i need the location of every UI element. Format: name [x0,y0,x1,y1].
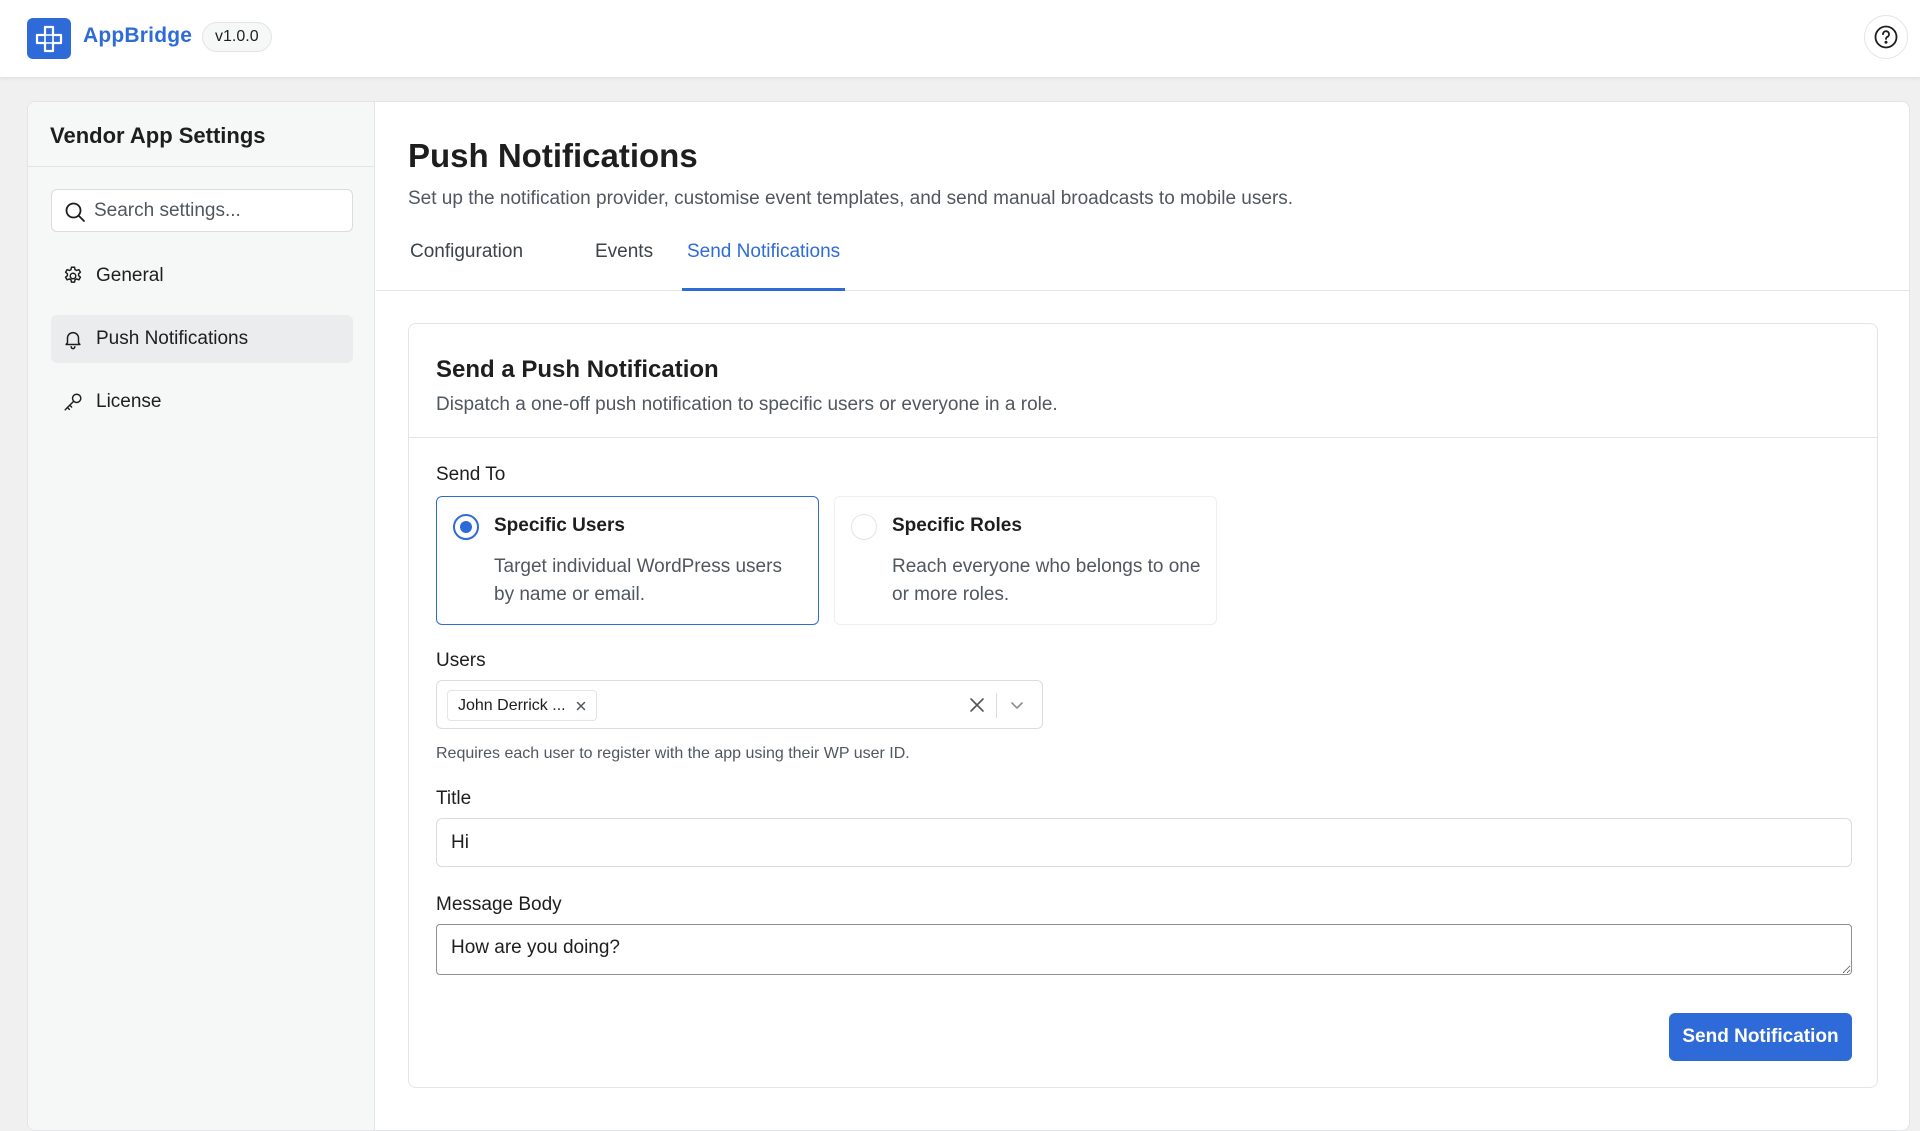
tab-events[interactable]: Events [590,241,658,291]
send-to-label: Send To [436,464,506,485]
settings-shell: Vendor App Settings General [27,101,1910,1131]
help-button[interactable] [1864,15,1908,59]
select-divider [996,693,997,718]
user-chip: John Derrick ... [447,690,597,721]
sidebar-item-label: License [96,391,162,412]
sidebar-item-license[interactable]: License [51,378,353,426]
users-help-text: Requires each user to register with the … [436,745,910,762]
option-title: Specific Roles [892,515,1022,536]
send-notification-panel: Send a Push Notification Dispatch a one-… [408,323,1878,1088]
panel-title: Send a Push Notification [436,356,719,383]
gear-icon [61,264,85,288]
close-icon [970,698,984,712]
title-label: Title [436,788,472,809]
message-body-textarea[interactable]: How are you doing? [436,924,1852,975]
sidebar-item-push-notifications[interactable]: Push Notifications [51,315,353,363]
page-description: Set up the notification provider, custom… [408,188,1294,209]
option-specific-users[interactable]: Specific Users Target individual WordPre… [436,496,819,625]
option-description: Reach everyone who belongs to one or mor… [892,556,1201,605]
version-badge: v1.0.0 [202,22,272,52]
users-multiselect[interactable]: John Derrick ... [436,680,1043,729]
radio-specific-roles[interactable] [851,514,877,540]
sidebar-item-general[interactable]: General [51,252,353,300]
clear-selection-button[interactable] [966,694,988,716]
sidebar-item-label: Push Notifications [96,328,249,349]
user-chip-label: John Derrick ... [458,697,566,714]
tab-send-notifications[interactable]: Send Notifications [682,241,846,291]
plus-cross-logo-icon[interactable] [27,18,71,59]
brand-name: AppBridge [83,24,193,47]
tab-bar: Configuration Events Send Notifications [376,227,1909,291]
users-dropdown-toggle[interactable] [1005,694,1029,716]
page-title: Push Notifications [408,137,698,174]
sidebar-item-label: General [96,265,164,286]
key-icon [61,390,85,414]
settings-search[interactable] [51,189,353,232]
title-input[interactable] [436,818,1852,867]
top-bar: AppBridge v1.0.0 [0,0,1920,78]
option-title: Specific Users [494,515,625,536]
radio-specific-users[interactable] [453,514,479,540]
send-notification-button[interactable]: Send Notification [1669,1013,1852,1061]
chevron-down-icon [1011,702,1023,709]
sidebar-title: Vendor App Settings [28,102,374,167]
remove-chip-icon[interactable] [574,699,588,713]
bell-icon [61,327,85,351]
option-description: Target individual WordPress users by nam… [494,556,782,605]
tab-configuration[interactable]: Configuration [405,241,528,291]
panel-header: Send a Push Notification Dispatch a one-… [409,324,1877,438]
question-circle-icon [1874,25,1898,49]
users-label: Users [436,650,486,671]
message-body-label: Message Body [436,894,562,915]
panel-subtitle: Dispatch a one-off push notification to … [436,394,1058,415]
main-content: Push Notifications Set up the notificati… [376,102,1909,1130]
option-specific-roles[interactable]: Specific Roles Reach everyone who belong… [834,496,1217,625]
search-icon [65,202,85,222]
search-input[interactable] [94,190,344,231]
sidebar: Vendor App Settings General [28,102,375,1130]
